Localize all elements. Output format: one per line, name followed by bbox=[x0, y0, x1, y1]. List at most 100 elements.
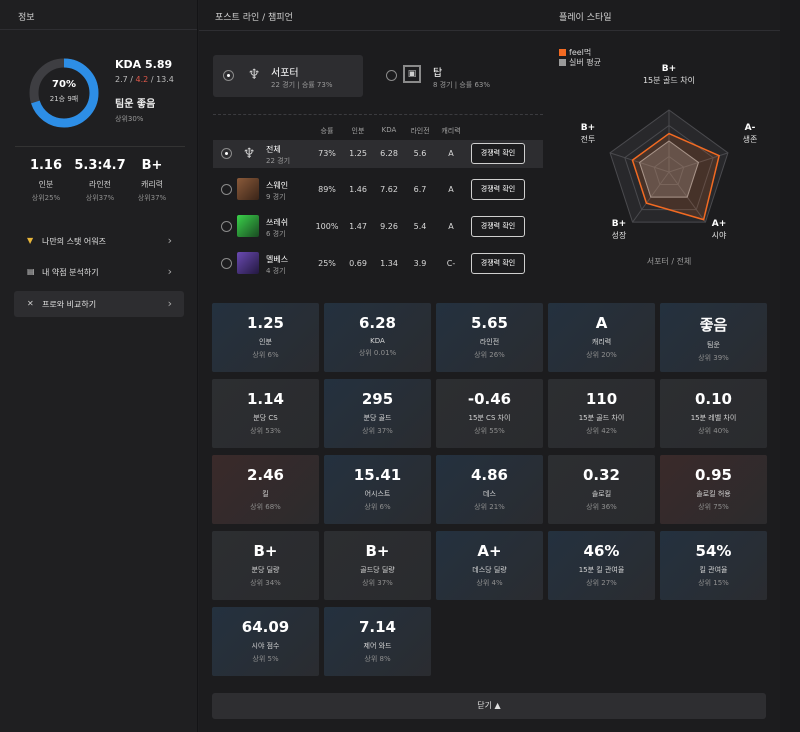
stat-tile: B+ 분당 딜량상위 34% bbox=[212, 531, 319, 600]
stat-tile-rank: 상위 75% bbox=[698, 503, 729, 511]
stat-tile-label: 솔로킬 허용 bbox=[696, 490, 731, 498]
stat-tile: 0.95 솔로킬 허용상위 75% bbox=[660, 455, 767, 524]
stat-tile-value: 295 bbox=[361, 390, 394, 408]
stat-tile-rank: 상위 55% bbox=[474, 427, 505, 435]
stat-tile: 5.65 라인전 상위 26% bbox=[436, 303, 543, 372]
info-panel: 정보 70% 21승 9패 KDA 5.89 2.7 / 4.2 / 13.4 … bbox=[0, 0, 198, 732]
stat-tile-value: 54% bbox=[695, 542, 732, 560]
winrate-donut: 70% 21승 9패 bbox=[28, 57, 100, 129]
stat-tile: A+ 데스당 딜량 상위 4% bbox=[436, 531, 543, 600]
stat-tile-label: 인분 bbox=[259, 338, 272, 346]
stat-tile-value: 64.09 bbox=[241, 618, 290, 636]
stat-tile-value: B+ bbox=[253, 542, 278, 560]
stat-tile-value: 좋음 bbox=[699, 316, 728, 334]
stat-tile-label: 15분 레벨 차이 bbox=[690, 414, 737, 422]
stat-tile-rank: 상위 34% bbox=[250, 579, 281, 587]
stat-tile-value: -0.46 bbox=[467, 390, 512, 408]
stat-tile-rank: 상위 21% bbox=[474, 503, 505, 511]
stat-tile-value: 0.95 bbox=[694, 466, 732, 484]
chevron-right-icon: › bbox=[167, 297, 172, 310]
stat-tile-rank: 상위 53% bbox=[250, 427, 281, 435]
team-luck-rank: 상위30% bbox=[115, 115, 144, 123]
radar-footer: 서포터 / 전체 bbox=[646, 257, 692, 266]
stat-tile-label: 분당 골드 bbox=[363, 414, 392, 422]
stat-lane: 5.3:4.7 라인전 상위37% bbox=[74, 158, 126, 202]
stat-tile-value: 15.41 bbox=[353, 466, 402, 484]
main-panel: 포스트 라인 / 챔피언 플레이 스타일 ♆ 서포터 22 경기 | 승률 73… bbox=[199, 0, 780, 732]
winrate-record: 21승 9패 bbox=[49, 95, 79, 103]
stat-tile-value: 6.28 bbox=[358, 314, 396, 332]
stat-tile: -0.46 15분 CS 차이상위 55% bbox=[436, 379, 543, 448]
stat-tile: 46% 15분 킬 관여율상위 27% bbox=[548, 531, 655, 600]
menu-weakness-analysis[interactable]: ▤ 내 약점 분석하기 › bbox=[14, 259, 184, 285]
playstyle-radar bbox=[609, 109, 729, 223]
stat-tile-label: 킬 bbox=[262, 490, 269, 498]
chevron-right-icon: › bbox=[167, 265, 172, 278]
stat-tile-value: 110 bbox=[585, 390, 618, 408]
stat-tile: A 캐리력상위 20% bbox=[548, 303, 655, 372]
stat-inbun: 1.16 인분 상위25% bbox=[29, 158, 63, 202]
stat-tile-rank: 상위 37% bbox=[362, 579, 393, 587]
stat-tile-rank: 상위 40% bbox=[698, 427, 729, 435]
stat-tile-label: 제어 와드 bbox=[363, 642, 392, 650]
stat-tile-value: A bbox=[595, 314, 608, 332]
stat-tile-value: 1.25 bbox=[246, 314, 284, 332]
stat-tile-label: 데스 bbox=[483, 490, 496, 498]
stat-tile-rank: 상위 42% bbox=[586, 427, 617, 435]
stat-tile-label: 라인전 bbox=[479, 338, 500, 346]
stat-tile: 6.28 KDA 상위 0.01% bbox=[324, 303, 431, 372]
close-button[interactable]: 닫기 ▲ bbox=[212, 693, 766, 719]
stat-tile-rank: 상위 6% bbox=[252, 351, 279, 359]
stat-tile-rank: 상위 20% bbox=[586, 351, 617, 359]
stat-tile-rank: 상위 8% bbox=[364, 655, 391, 663]
radar-label-vision: A+ 시야 bbox=[711, 219, 727, 240]
stat-tile-value: 0.32 bbox=[582, 466, 620, 484]
divider bbox=[15, 146, 185, 147]
stat-tile-value: 1.14 bbox=[246, 390, 284, 408]
stat-tile-value: B+ bbox=[365, 542, 390, 560]
stat-tile-label: 15분 킬 관여율 bbox=[578, 566, 625, 574]
kda-title: KDA 5.89 bbox=[115, 58, 173, 71]
stat-carry: B+ 캐리력 상위37% bbox=[137, 158, 167, 202]
stat-tile-value: 2.46 bbox=[246, 466, 284, 484]
stat-tile: 4.86 데스상위 21% bbox=[436, 455, 543, 524]
stat-tile-value: 0.10 bbox=[694, 390, 732, 408]
stat-tile: 0.32 솔로킬 상위 36% bbox=[548, 455, 655, 524]
kda-kills: 2.7 bbox=[115, 75, 128, 84]
stat-tile: 295 분당 골드상위 37% bbox=[324, 379, 431, 448]
stat-tile-value: 4.86 bbox=[470, 466, 508, 484]
stat-tile-rank: 상위 27% bbox=[586, 579, 617, 587]
stat-tile-label: 골드당 딜량 bbox=[360, 566, 395, 574]
stat-tile-label: 캐리력 bbox=[591, 338, 612, 346]
menu-stat-awards[interactable]: ▼ 나만의 스탯 어워즈 › bbox=[14, 228, 184, 254]
stat-tile-rank: 상위 68% bbox=[250, 503, 281, 511]
stat-tile-rank: 상위 4% bbox=[476, 579, 503, 587]
radar-label-gold-diff: B+ 15분 골드 차이 bbox=[642, 64, 696, 85]
stat-tile-value: 7.14 bbox=[358, 618, 396, 636]
stat-tile: 15.41 어시스트상위 6% bbox=[324, 455, 431, 524]
kda-deaths: 4.2 bbox=[135, 75, 149, 84]
chevron-right-icon: › bbox=[167, 234, 172, 247]
versus-icon: ✕ bbox=[27, 299, 34, 308]
stat-tile-value: 46% bbox=[583, 542, 620, 560]
radar-label-survival: A- 생존 bbox=[742, 123, 758, 144]
chart-icon: ▤ bbox=[27, 267, 35, 276]
menu-compare-pro[interactable]: ✕ 프로와 비교하기 › bbox=[14, 291, 184, 317]
stat-tile-label: KDA bbox=[370, 337, 385, 345]
stat-tile: 2.46 킬상위 68% bbox=[212, 455, 319, 524]
stat-tile-rank: 상위 6% bbox=[364, 503, 391, 511]
stat-tile-rank: 상위 39% bbox=[698, 354, 729, 362]
stat-tile-rank: 상위 37% bbox=[362, 427, 393, 435]
stat-tile: 좋음 팀운 상위 39% bbox=[660, 303, 767, 372]
stat-tile: 54% 킬 관여율 상위 15% bbox=[660, 531, 767, 600]
trophy-icon: ▼ bbox=[27, 236, 34, 245]
stat-tile-rank: 상위 0.01% bbox=[358, 349, 397, 357]
stat-tile: 1.14 분당 CS 상위 53% bbox=[212, 379, 319, 448]
stat-tile-label: 분당 딜량 bbox=[251, 566, 280, 574]
stat-tile-rank: 상위 26% bbox=[474, 351, 505, 359]
stat-tile-label: 어시스트 bbox=[364, 490, 391, 498]
stat-tile-label: 15분 CS 차이 bbox=[468, 414, 511, 422]
kda-assists: 13.4 bbox=[156, 75, 174, 84]
stat-tile: 110 15분 골드 차이 상위 42% bbox=[548, 379, 655, 448]
stat-tile: 7.14 제어 와드상위 8% bbox=[324, 607, 431, 676]
